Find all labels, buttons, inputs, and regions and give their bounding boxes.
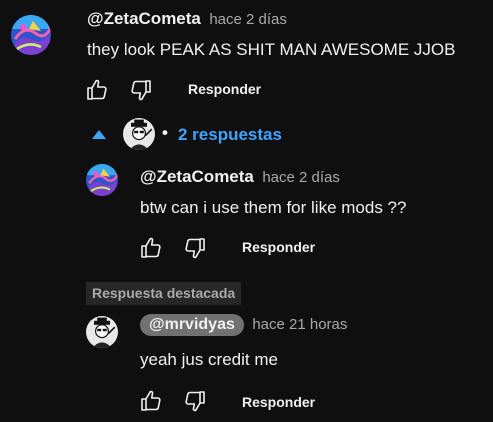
dislike-button[interactable] [129,78,153,102]
comment-header: @mrvidyas hace 21 horas [140,314,347,336]
zeta-avatar-icon [86,164,118,196]
comment-text: btw can i use them for like mods ?? [140,198,407,217]
thumbs-down-icon [183,389,207,413]
zeta-avatar-icon [11,15,51,55]
thumbs-down-icon [183,236,207,260]
highlighted-reply-badge: Respuesta destacada [86,282,242,305]
replies-toggle[interactable]: • 2 respuestas [92,118,302,152]
reply-button[interactable]: Responder [242,394,315,410]
thumbs-down-icon [129,78,153,102]
dislike-button[interactable] [183,389,207,413]
comment-header: @ZetaCometa hace 2 días [87,9,287,29]
reply-button[interactable]: Responder [242,239,315,255]
author-name[interactable]: @ZetaCometa [140,167,254,186]
comment-text: they look PEAK AS SHIT MAN AWESOME JJOB [87,40,456,59]
avatar[interactable] [11,15,51,55]
replier-avatar [123,118,155,150]
avatar[interactable] [86,164,118,196]
comment-text: yeah jus credit me [140,350,278,369]
like-button[interactable] [85,78,109,102]
replies-count-label: 2 respuestas [178,125,282,144]
like-button[interactable] [139,389,163,413]
comment-header: @ZetaCometa hace 2 días [140,167,340,187]
caret-up-icon [92,130,106,139]
author-name[interactable]: @mrvidyas [140,314,244,336]
timestamp[interactable]: hace 2 días [262,169,340,186]
thumbs-up-icon [85,78,109,102]
author-name[interactable]: @ZetaCometa [87,9,201,28]
thumbs-up-icon [139,389,163,413]
reply-button[interactable]: Responder [188,81,261,97]
timestamp[interactable]: hace 2 días [209,11,287,28]
avatar[interactable] [86,316,118,348]
mrvidyas-avatar-icon [86,316,118,348]
like-button[interactable] [139,236,163,260]
mrvidyas-avatar-icon [123,118,155,150]
dislike-button[interactable] [183,236,207,260]
timestamp[interactable]: hace 21 horas [252,316,347,333]
thumbs-up-icon [139,236,163,260]
replies-separator: • [162,123,168,142]
